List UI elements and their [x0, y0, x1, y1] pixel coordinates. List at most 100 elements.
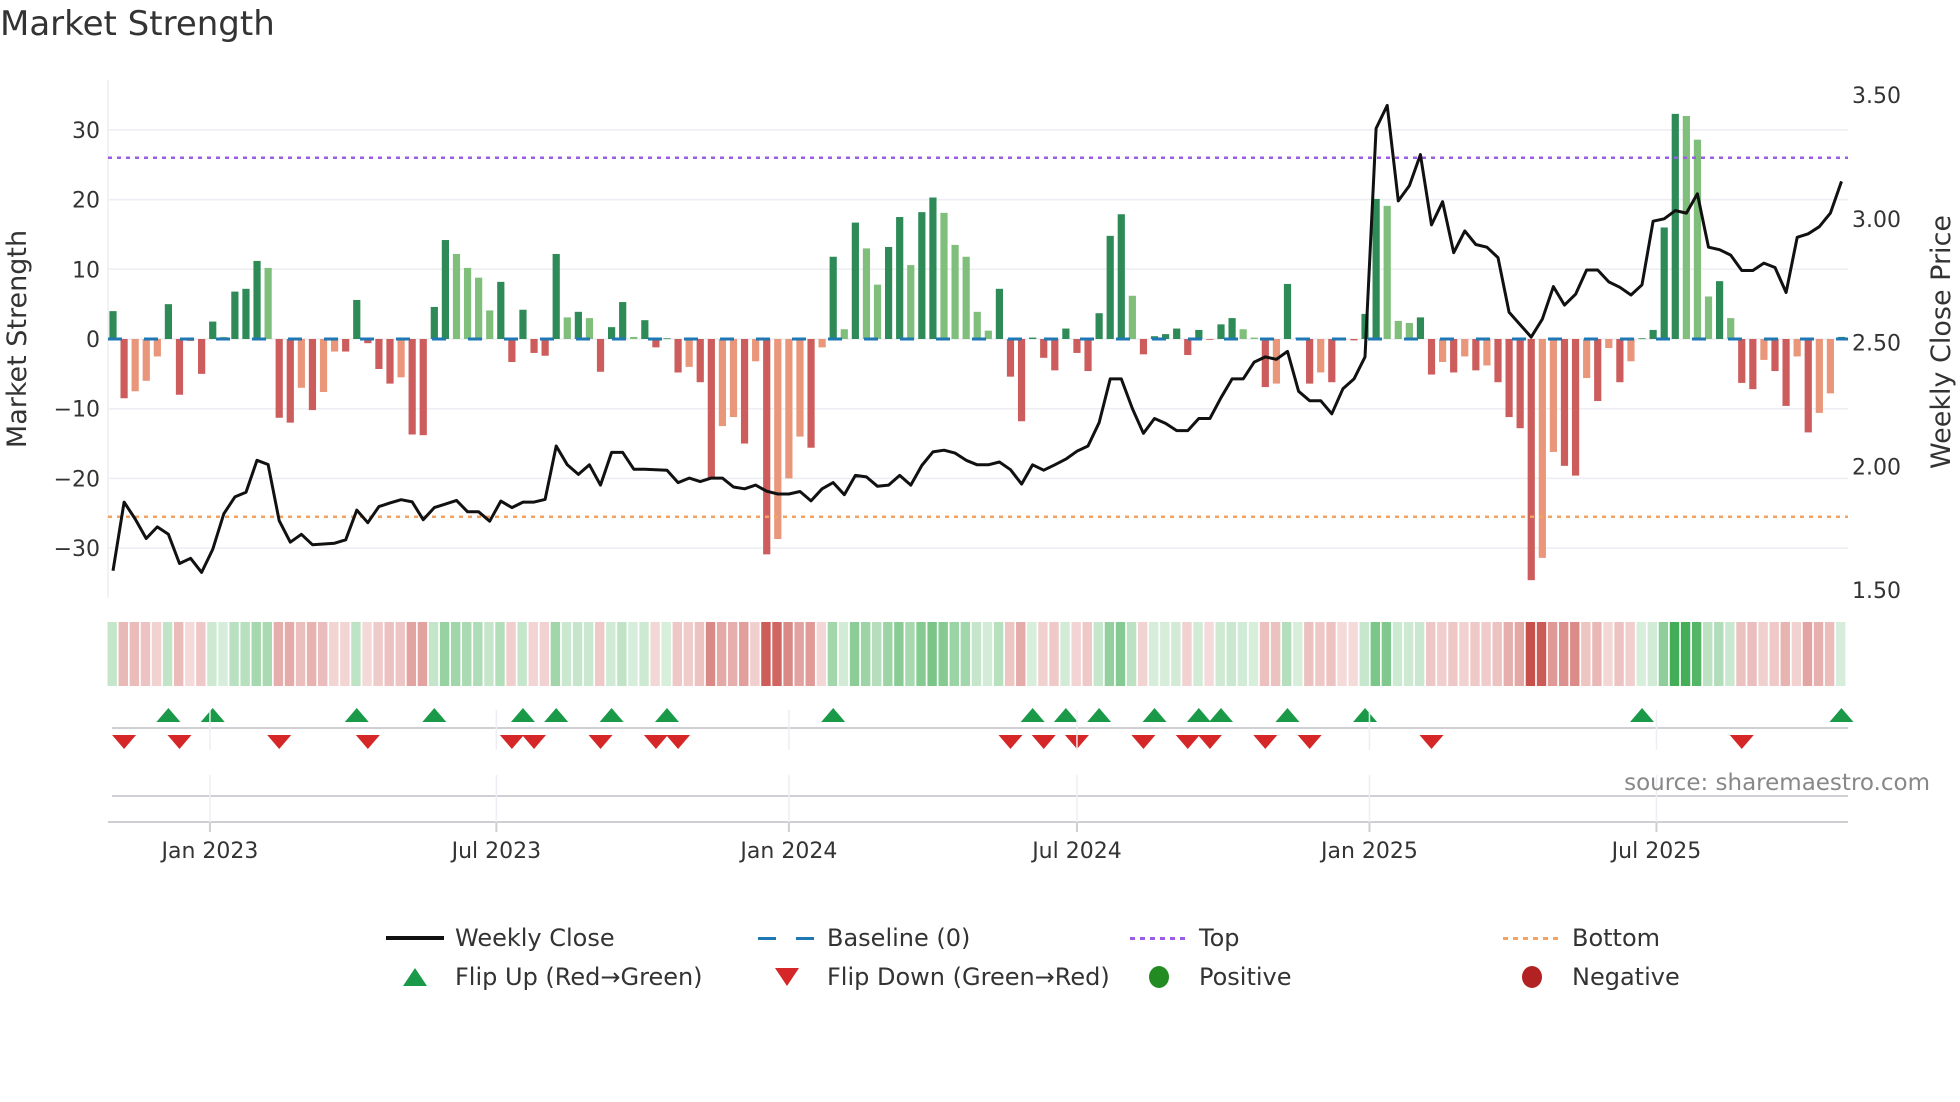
legend-negative: Negative [1502, 963, 1680, 991]
negative-bar [1261, 339, 1269, 388]
y2-tick-label: 3.00 [1852, 208, 1901, 233]
negative-bar [1206, 339, 1214, 340]
flip-down-marker [1131, 735, 1156, 749]
heat-cell [1082, 622, 1092, 686]
flip-down-marker [267, 735, 292, 749]
positive-bar [1660, 227, 1668, 339]
heat-cell [595, 622, 605, 686]
flip-up-marker [422, 708, 447, 722]
heat-cell [1437, 622, 1447, 686]
heat-cell [1348, 622, 1358, 686]
triangle-down-icon [757, 964, 817, 990]
heat-cell [561, 622, 572, 686]
negative-bar [740, 339, 749, 444]
positive-bar [962, 256, 970, 339]
positive-bar [441, 240, 449, 339]
positive-bar [463, 267, 472, 339]
negative-bar [408, 339, 416, 435]
heat-cell [318, 622, 328, 686]
negative-bar [386, 339, 394, 384]
heat-cell [650, 622, 660, 686]
heat-cell [617, 622, 627, 686]
heat-cell [883, 622, 893, 686]
heat-cell [462, 622, 472, 686]
heat-cell [1525, 622, 1536, 686]
heat-cell [196, 622, 206, 686]
heat-cell [783, 622, 793, 686]
heat-cell [1038, 622, 1048, 686]
heat-cell [207, 622, 217, 686]
flip-down-marker [1253, 735, 1278, 749]
heat-cell [329, 622, 339, 686]
heat-cell [162, 622, 173, 686]
heat-cell [1736, 622, 1746, 686]
solid-line-icon [385, 925, 445, 951]
heat-cell [1171, 622, 1181, 686]
heat-cell [816, 622, 827, 686]
left-axis-ticks: 30 20 10 0 −10 −20 −30 [54, 119, 100, 562]
positive-bar [1283, 283, 1292, 339]
heat-cell [727, 622, 738, 686]
heat-cell [1725, 622, 1735, 686]
flip-down-marker [1729, 735, 1754, 749]
heat-cell [1470, 622, 1480, 686]
heat-cell [1359, 622, 1369, 686]
negative-bar [275, 339, 283, 418]
legend-label: Positive [1199, 963, 1292, 991]
flip-up-marker [544, 708, 569, 722]
negative-bar [763, 339, 771, 555]
heat-cell [750, 622, 760, 686]
dashed-line-icon [757, 925, 817, 951]
heat-cell [251, 622, 261, 686]
negative-bar [1771, 339, 1779, 372]
dotted-line-icon [1502, 925, 1562, 951]
negative-bar [198, 339, 206, 374]
left-axis-title: Market Strength [2, 230, 33, 448]
heat-cell [1304, 622, 1314, 686]
positive-bar [1128, 295, 1136, 339]
heat-cell [384, 622, 394, 686]
positive-bar [851, 222, 859, 339]
heat-cell [1481, 622, 1491, 686]
heat-cell [849, 622, 860, 686]
heat-cell [1104, 622, 1115, 686]
positive-bar [929, 197, 937, 339]
positive-bar [242, 288, 250, 339]
positive-bar [1250, 337, 1258, 339]
negative-bar [807, 339, 815, 448]
negative-bar [1583, 339, 1591, 379]
heat-cell [428, 622, 439, 686]
heat-cell [772, 622, 782, 686]
flip-up-marker [1630, 708, 1655, 722]
negative-bar [1306, 339, 1314, 384]
heat-cell [1027, 622, 1037, 686]
positive-bar [862, 248, 871, 339]
positive-bar [1394, 320, 1402, 339]
y-tick-label: 20 [72, 189, 100, 214]
heat-cell [1758, 622, 1768, 686]
heat-cell [1315, 622, 1325, 686]
heat-cell [1813, 622, 1824, 686]
negative-bar [1516, 339, 1524, 429]
heat-cell [1802, 622, 1813, 686]
positive-bar [896, 217, 904, 339]
negative-bar [1782, 339, 1790, 406]
legend-weekly-close: Weekly Close [385, 924, 615, 952]
heat-cell [107, 622, 117, 686]
positive-bar [353, 299, 361, 339]
heat-cell [1137, 622, 1148, 686]
negative-bar [674, 339, 682, 373]
heat-cell [1680, 622, 1691, 686]
positive-bar [231, 291, 239, 339]
negative-bar [1139, 339, 1148, 355]
heat-cell [395, 622, 405, 686]
positive-bar [641, 320, 649, 339]
heat-cell [661, 622, 671, 686]
flip-down-marker [1197, 735, 1222, 749]
heat-cell [705, 622, 716, 686]
positive-bar [995, 288, 1003, 339]
strength-bars [109, 113, 1846, 581]
heat-cell [495, 622, 505, 686]
triangle-up-icon [385, 964, 445, 990]
positive-bar [563, 317, 571, 339]
